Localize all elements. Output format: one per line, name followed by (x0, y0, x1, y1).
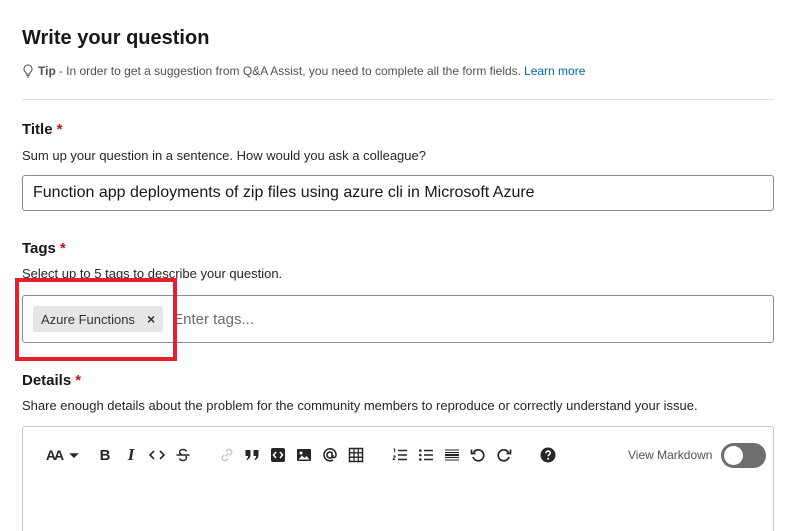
title-description: Sum up your question in a sentence. How … (22, 148, 426, 163)
tags-input-placeholder[interactable]: Enter tags... (173, 311, 254, 328)
code-icon[interactable] (147, 445, 167, 465)
required-mark: * (56, 121, 63, 138)
required-mark: * (75, 372, 82, 389)
learn-more-link[interactable]: Learn more (524, 64, 585, 78)
view-markdown-toggle[interactable] (721, 443, 766, 468)
tag-chip-label: Azure Functions (41, 311, 135, 327)
image-icon[interactable] (294, 445, 314, 465)
tags-input[interactable]: Azure Functions × Enter tags... (22, 295, 774, 343)
tags-description: Select up to 5 tags to describe your que… (22, 266, 283, 281)
numbered-list-icon[interactable] (390, 445, 410, 465)
view-markdown-label: View Markdown (628, 448, 713, 462)
horizontal-rule-icon[interactable] (442, 445, 462, 465)
help-icon[interactable] (538, 445, 558, 465)
title-label: Title * (22, 121, 63, 138)
tags-label: Tags * (22, 240, 66, 257)
title-input[interactable]: Function app deployments of zip files us… (22, 175, 774, 211)
caret-down-icon[interactable] (68, 445, 80, 465)
page-title: Write your question (22, 27, 210, 49)
section-divider (22, 99, 774, 100)
details-label: Details * (22, 372, 82, 389)
details-editor[interactable]: AA B I View Markdown (22, 426, 774, 531)
table-icon[interactable] (346, 445, 366, 465)
editor-toolbar: AA B I View Markdown (23, 427, 773, 485)
bullet-list-icon[interactable] (416, 445, 436, 465)
mention-icon[interactable] (320, 445, 340, 465)
tag-chip: Azure Functions × (33, 306, 164, 332)
tip-label: Tip (38, 64, 56, 78)
link-icon[interactable] (217, 445, 237, 465)
details-description: Share enough details about the problem f… (22, 398, 698, 413)
font-size-button[interactable]: AA (43, 445, 65, 465)
quote-icon[interactable] (242, 445, 262, 465)
bold-button[interactable]: B (95, 445, 115, 465)
strikethrough-icon[interactable] (173, 445, 193, 465)
italic-button[interactable]: I (121, 445, 141, 465)
tip-text: - In order to get a suggestion from Q&A … (58, 64, 522, 78)
toggle-knob (724, 446, 743, 465)
redo-icon[interactable] (494, 445, 514, 465)
remove-tag-icon[interactable]: × (147, 311, 155, 327)
required-mark: * (59, 240, 66, 257)
code-block-icon[interactable] (268, 445, 288, 465)
tip-message: Tip - In order to get a suggestion from … (22, 64, 585, 78)
undo-icon[interactable] (468, 445, 488, 465)
lightbulb-icon (22, 64, 34, 78)
title-input-value: Function app deployments of zip files us… (33, 184, 535, 201)
